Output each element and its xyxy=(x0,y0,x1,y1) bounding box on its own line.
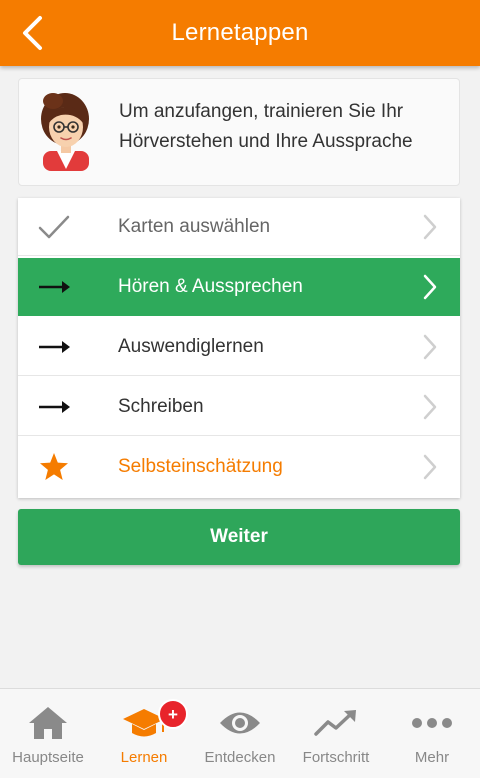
nav-more[interactable]: Mehr xyxy=(384,689,480,778)
step-listen-speak[interactable]: Hören & Aussprechen xyxy=(18,258,460,316)
learning-steps-list: Karten auswählen Hören & Aussprechen Aus… xyxy=(18,198,460,498)
notification-badge: + xyxy=(158,699,188,729)
tutor-avatar xyxy=(41,93,89,171)
nav-discover[interactable]: Entdecken xyxy=(192,689,288,778)
back-button[interactable] xyxy=(14,13,50,53)
nav-label: Hauptseite xyxy=(12,749,84,766)
chevron-right-icon xyxy=(420,438,440,496)
step-memorize[interactable]: Auswendiglernen xyxy=(18,318,460,376)
home-icon xyxy=(18,703,78,743)
checkmark-icon xyxy=(38,198,70,256)
bottom-navigation: Hauptseite + Lernen Entdecken Fortschrit… xyxy=(0,688,480,778)
nav-home[interactable]: Hauptseite xyxy=(0,689,96,778)
nav-learn[interactable]: + Lernen xyxy=(96,689,192,778)
nav-label: Fortschritt xyxy=(302,749,370,766)
step-label: Hören & Aussprechen xyxy=(118,275,303,297)
nav-label: Lernen xyxy=(120,749,168,766)
chevron-right-icon xyxy=(420,318,440,376)
step-self-assessment[interactable]: Selbsteinschätzung xyxy=(18,438,460,496)
chevron-right-icon xyxy=(420,198,440,256)
nav-label: Entdecken xyxy=(204,749,276,766)
continue-button[interactable]: Weiter xyxy=(18,509,460,565)
more-dots-icon xyxy=(402,703,462,743)
arrow-right-icon xyxy=(38,378,70,436)
eye-icon xyxy=(210,703,270,743)
step-select-cards[interactable]: Karten auswählen xyxy=(18,198,460,256)
nav-label: Mehr xyxy=(414,749,450,766)
star-icon xyxy=(38,438,70,496)
chevron-right-icon xyxy=(420,378,440,436)
page-title: Lernetappen xyxy=(171,19,309,46)
step-label: Auswendiglernen xyxy=(118,335,264,357)
chevron-left-icon xyxy=(23,16,42,50)
chevron-right-icon xyxy=(420,258,440,316)
arrow-right-icon xyxy=(38,318,70,376)
step-label: Karten auswählen xyxy=(118,215,271,237)
arrow-right-icon xyxy=(38,258,70,316)
app-header: Lernetappen xyxy=(0,0,480,66)
intro-card: Um anzufangen, trainieren Sie Ihr Hörver… xyxy=(18,78,460,186)
step-label: Selbsteinschätzung xyxy=(118,456,283,477)
step-writing[interactable]: Schreiben xyxy=(18,378,460,436)
step-label: Schreiben xyxy=(118,395,204,417)
trend-chart-icon xyxy=(306,703,366,743)
intro-text: Um anzufangen, trainieren Sie Ihr Hörver… xyxy=(119,101,413,152)
graduation-cap-icon: + xyxy=(114,699,188,743)
nav-progress[interactable]: Fortschritt xyxy=(288,689,384,778)
